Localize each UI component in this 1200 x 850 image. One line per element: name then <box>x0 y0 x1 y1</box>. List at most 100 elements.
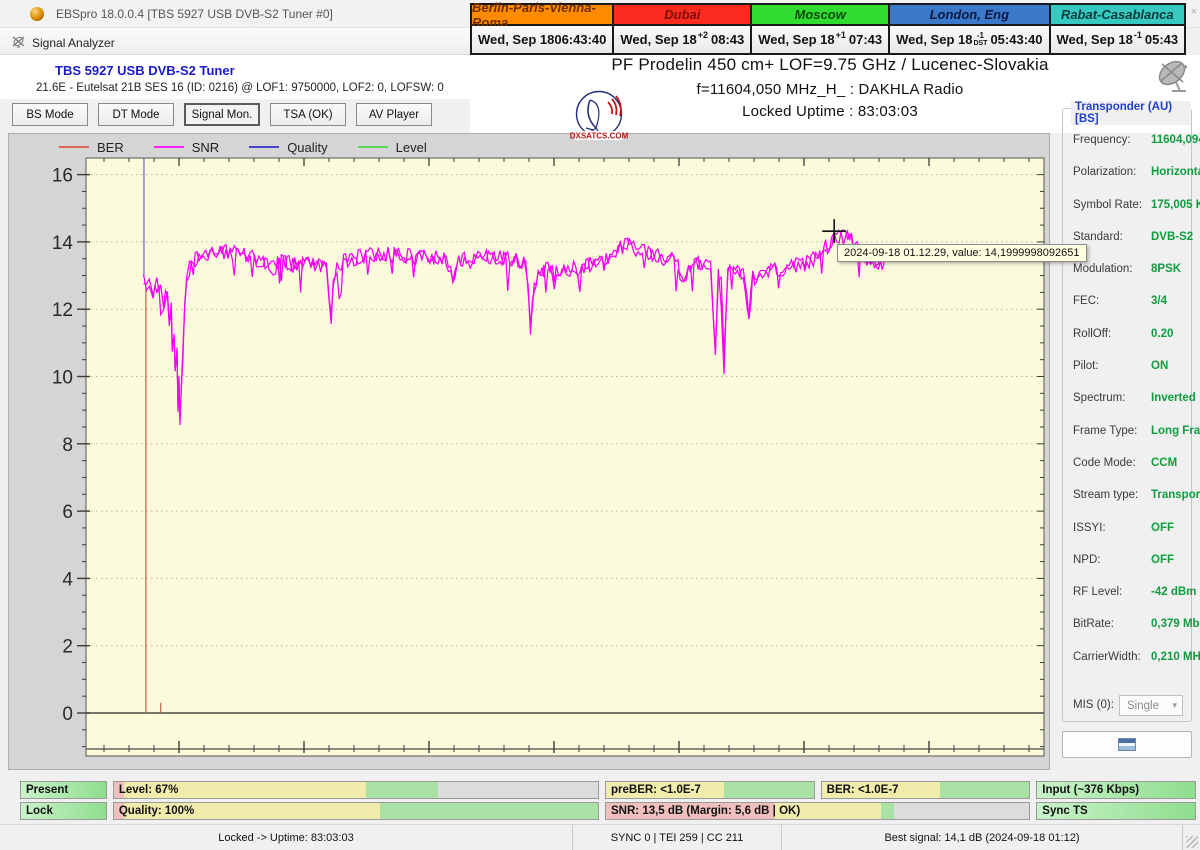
transponder-row-label: ISSYI: <box>1073 521 1106 534</box>
clock-hms: 08:43 <box>711 32 745 47</box>
transponder-row-value: ON <box>1151 360 1169 373</box>
tuner-name: TBS 5927 USB DVB-S2 Tuner <box>55 63 235 78</box>
transponder-row-value: Inverted <box>1151 392 1196 405</box>
mode-button-tsa-ok-[interactable]: TSA (OK) <box>270 103 346 126</box>
signal-chart-area[interactable]: BER SNR Quality Level 0 2 4 6 8 10 12 14 16 2024-09-… <box>8 133 1087 770</box>
clock-city-label: Rabat-Casablanca <box>1050 5 1185 26</box>
clock-london-eng: London, Eng Wed, Sep 18 -1 DST 05:43:40 <box>890 5 1051 53</box>
transponder-row-value: 11604,094 MHz <box>1151 134 1200 146</box>
clock-time-cell: Wed, Sep 18 06:43:40 <box>472 26 613 53</box>
mode-buttons: BS Mode DT Mode Signal Mon. TSA (OK) AV Play… <box>12 103 432 126</box>
clock-utc-offset: -1 DST <box>973 31 988 48</box>
transponder-row-value: 0.20 <box>1151 327 1174 340</box>
status-box-input-376-kbps-: Input (~376 Kbps) <box>1036 781 1196 799</box>
clock-city-label: London, Eng <box>890 5 1049 26</box>
status-bar: Locked -> Uptime: 83:03:03 SYNC 0 | TEI 2… <box>0 824 1200 850</box>
progress-segments <box>113 782 598 798</box>
statusbar-section-3: Best signal: 14,1 dB (2024-09-18 01:12) <box>782 825 1183 850</box>
close-icon[interactable]: × <box>1191 6 1197 18</box>
clock-time-cell: Wed, Sep 18 +1 07:43 <box>752 26 889 53</box>
transponder-row: Modulation: 8PSK <box>1063 260 1191 281</box>
transponder-row-label: Polarization: <box>1073 166 1137 179</box>
mis-dropdown[interactable]: Single ▾ <box>1119 695 1183 716</box>
progress-segment-green <box>939 782 1030 798</box>
transponder-row: FEC: 3/4 <box>1063 292 1191 313</box>
transponder-row: RF Level: -42 dBm <box>1063 583 1196 604</box>
indicator-label: Lock <box>26 805 53 817</box>
transponder-row-value: -42 dBm <box>1151 586 1197 599</box>
status-box-lock: Lock <box>20 802 107 820</box>
svg-text:4: 4 <box>62 569 73 590</box>
transponder-row-label: Code Mode: <box>1073 456 1136 469</box>
transponder-row-label: Stream type: <box>1073 489 1139 502</box>
clock-hms: 06:43:40 <box>554 32 607 47</box>
mode-button-av-player[interactable]: AV Player <box>356 103 432 126</box>
mode-button-signal-mon-[interactable]: Signal Mon. <box>184 103 260 126</box>
transponder-row-value: 8PSK <box>1151 263 1182 276</box>
clock-date: Wed, Sep 18 <box>620 32 697 47</box>
locked-uptime-title: Locked Uptime : 83:03:03 <box>742 103 918 120</box>
transponder-row: Pilot: ON <box>1063 357 1191 378</box>
clock-city-label: Dubai <box>614 5 751 26</box>
svg-text:10: 10 <box>52 368 73 389</box>
transponder-row-label: Frame Type: <box>1073 424 1138 437</box>
transponder-row: CarrierWidth: 0,210 MHz <box>1063 648 1200 669</box>
clock-date: Wed, Sep 18 <box>478 32 555 47</box>
transponder-row-label: Pilot: <box>1073 360 1099 373</box>
mis-value: Single <box>1127 699 1159 712</box>
transponder-row: Code Mode: CCM <box>1063 454 1191 475</box>
transponder-row: Spectrum: Inverted <box>1063 389 1196 410</box>
indicator-label: Level: 67% <box>118 784 179 796</box>
clock-berlin-paris-vienna-roma: Berlin-Paris-Vienna-Roma Wed, Sep 18 06:43… <box>472 0 615 53</box>
svg-text:12: 12 <box>52 300 73 321</box>
svg-text:14: 14 <box>52 233 74 254</box>
transponder-row-value: OFF <box>1151 521 1174 534</box>
transponder-row-label: Frequency: <box>1073 134 1131 146</box>
signal-chart-svg[interactable]: 0 2 4 6 8 10 12 14 16 <box>9 134 1049 769</box>
progress-segment-empty <box>893 803 1030 819</box>
transponder-row-value: Transport <box>1151 489 1200 502</box>
status-box-sync-ts: Sync TS <box>1036 802 1196 820</box>
transponder-row-label: CarrierWidth: <box>1073 650 1141 663</box>
progress-bar-snr-13-5-db-margin-5-6-d: SNR: 13,5 dB (Margin: 5,6 dB | OK) <box>605 802 1031 820</box>
progress-bar-quality-100-: Quality: 100% <box>112 802 600 820</box>
dxsatcs-logo: DXSATCS.COM <box>570 90 629 141</box>
transponder-row: Polarization: Horizontal <box>1063 163 1200 184</box>
transponder-row-label: Symbol Rate: <box>1073 198 1143 211</box>
clock-utc-offset: +2 <box>697 29 708 40</box>
panel-tool-button[interactable] <box>1062 731 1192 758</box>
indicator-label: BER: <1.0E-7 <box>826 784 899 796</box>
transponder-row-label: BitRate: <box>1073 618 1114 631</box>
indicator-label: Sync TS <box>1042 805 1088 817</box>
mode-button-dt-mode[interactable]: DT Mode <box>98 103 174 126</box>
transponder-row-label: Modulation: <box>1073 263 1133 276</box>
transponder-row-value: 175,005 KS/s <box>1151 198 1200 211</box>
antenna-title: PF Prodelin 450 cm+ LOF=9.75 GHz / Lucen… <box>611 55 1049 74</box>
clock-date: Wed, Sep 18 <box>1056 32 1133 47</box>
chart-tooltip: 2024-09-18 01.12.29, value: 14,199999809… <box>837 244 1087 262</box>
clock-city-label: Berlin-Paris-Vienna-Roma <box>472 0 613 30</box>
clock-utc-offset: +1 <box>835 29 846 40</box>
frequency-title: f=11604,050 MHz_H_ : DAKHLA Radio <box>696 81 964 98</box>
transponder-panel: Transponder (AU) [BS] Frequency: 11604,09… <box>1062 101 1200 722</box>
transponder-row-label: RF Level: <box>1073 586 1123 599</box>
svg-text:6: 6 <box>62 502 73 523</box>
progress-segment-green <box>881 803 894 819</box>
indicator-label: preBER: <1.0E-7 <box>611 784 701 796</box>
transponder-row-value: OFF <box>1151 553 1174 566</box>
center-header: PF Prodelin 450 cm+ LOF=9.75 GHz / Lucen… <box>450 55 1200 120</box>
svg-text:DXSATCS.COM: DXSATCS.COM <box>570 132 629 141</box>
transponder-row: Frequency: 11604,094 MHz <box>1063 131 1200 152</box>
progress-segment-empty <box>438 782 598 798</box>
transponder-row-value: 0,379 Mbit/s <box>1151 618 1200 631</box>
clock-dubai: Dubai Wed, Sep 18 +2 08:43 <box>614 5 753 53</box>
transponder-row: Stream type: Transport <box>1063 486 1200 507</box>
resize-grip[interactable] <box>1186 836 1198 848</box>
transponder-row-value: Long Frame <box>1151 424 1200 437</box>
mode-button-bs-mode[interactable]: BS Mode <box>12 103 88 126</box>
svg-text:0: 0 <box>62 704 73 725</box>
window-layout-icon <box>1118 738 1136 751</box>
transponder-row: ISSYI: OFF <box>1063 519 1191 540</box>
clock-time-cell: Wed, Sep 18 -1 05:43 <box>1050 26 1185 53</box>
progress-segment-green <box>380 803 598 819</box>
